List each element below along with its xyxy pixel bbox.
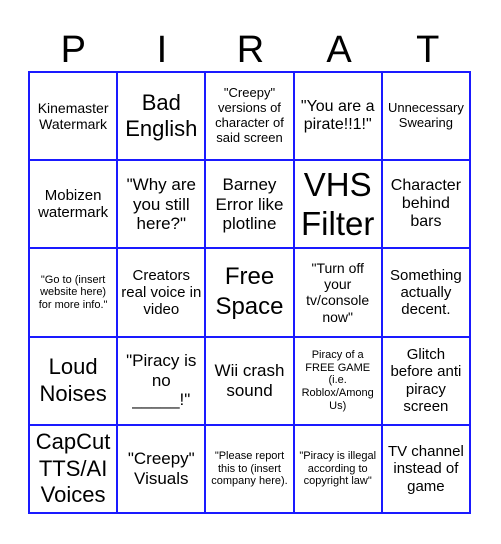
- bingo-cell[interactable]: "Please report this to (insert company h…: [205, 424, 294, 513]
- bingo-cell[interactable]: "You are a pirate!!1!": [293, 72, 382, 161]
- free-space-cell[interactable]: Free Space: [205, 248, 294, 337]
- header-letter-t: T: [416, 29, 440, 71]
- bingo-cell[interactable]: Bad English: [117, 72, 206, 161]
- bingo-cell[interactable]: Mobizen watermark: [29, 160, 118, 249]
- bingo-cell[interactable]: "Creepy" Visuals: [117, 424, 206, 513]
- bingo-cell[interactable]: Piracy of a FREE GAME (i.e. Roblox/Among…: [293, 336, 382, 425]
- bingo-cell[interactable]: Kinemaster Watermark: [29, 72, 118, 161]
- bingo-cell[interactable]: "Go to (insert website here) for more in…: [29, 248, 118, 337]
- bingo-cell[interactable]: VHS Filter: [293, 160, 382, 249]
- bingo-board: Kinemaster Watermark Bad English "Creepy…: [28, 71, 471, 514]
- bingo-cell[interactable]: Creators real voice in video: [117, 248, 206, 337]
- bingo-cell[interactable]: Unnecessary Swearing: [381, 72, 470, 161]
- bingo-cell[interactable]: "Piracy is illegal according to copyrigh…: [293, 424, 382, 513]
- bingo-cell[interactable]: "Turn off your tv/console now": [293, 248, 382, 337]
- bingo-cell[interactable]: "Creepy" versions of character of said s…: [205, 72, 294, 161]
- bingo-cell[interactable]: Character behind bars: [381, 160, 470, 249]
- bingo-cell[interactable]: Glitch before anti piracy screen: [381, 336, 470, 425]
- header-letter-a: A: [326, 29, 352, 71]
- bingo-header: P I R A T: [29, 28, 472, 72]
- header-letter-p: P: [60, 29, 86, 71]
- bingo-cell[interactable]: Wii crash sound: [205, 336, 294, 425]
- bingo-cell[interactable]: Something actually decent.: [381, 248, 470, 337]
- bingo-cell[interactable]: Barney Error like plotline: [205, 160, 294, 249]
- header-letter-r: R: [236, 29, 265, 71]
- bingo-cell[interactable]: CapCut TTS/AI Voices: [29, 424, 118, 513]
- bingo-cell[interactable]: "Piracy is no _____!": [117, 336, 206, 425]
- header-letter-i: I: [156, 29, 168, 71]
- bingo-cell[interactable]: Loud Noises: [29, 336, 118, 425]
- bingo-cell[interactable]: "Why are you still here?": [117, 160, 206, 249]
- bingo-cell[interactable]: TV channel instead of game: [381, 424, 470, 513]
